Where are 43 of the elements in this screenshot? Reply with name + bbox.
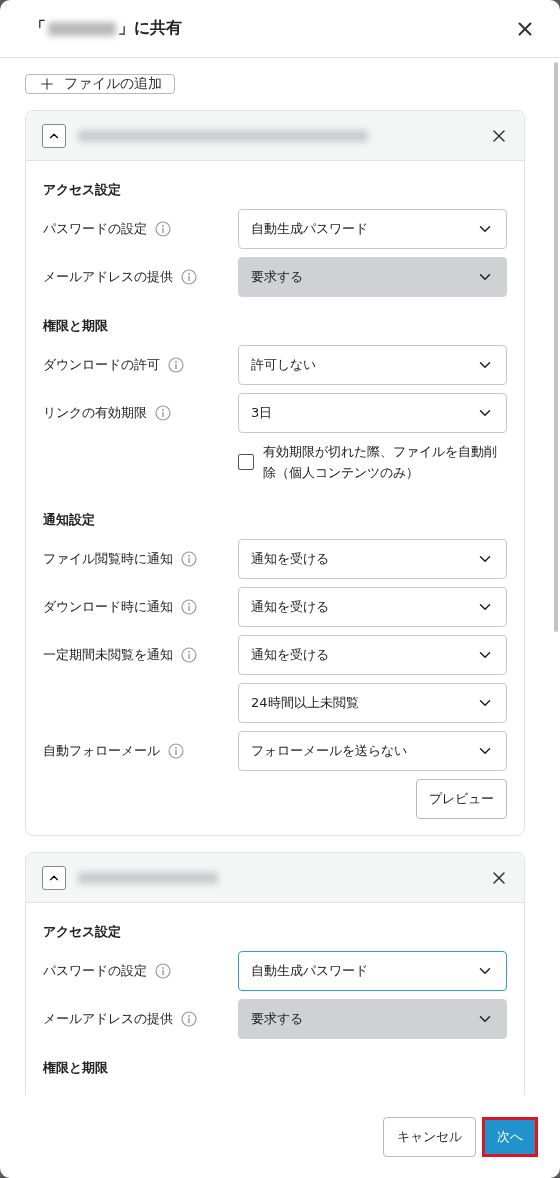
- field-label: パスワードの設定: [43, 962, 147, 980]
- field-label: メールアドレスの提供: [43, 268, 173, 286]
- dropdown-select[interactable]: 自動生成パスワード: [238, 951, 507, 991]
- section-title: アクセス設定: [43, 181, 122, 199]
- dropdown-select[interactable]: 通知を受ける: [238, 539, 507, 579]
- dropdown-select[interactable]: 24時間以上未閲覧: [238, 683, 507, 723]
- field-label: ファイル閲覧時に通知: [43, 550, 173, 568]
- dropdown-select[interactable]: 許可しない: [238, 345, 507, 385]
- dropdown-select[interactable]: 通知を受ける: [238, 587, 507, 627]
- field-label: 自動フォローメール: [43, 742, 160, 760]
- info-icon[interactable]: [155, 405, 171, 421]
- info-icon[interactable]: [155, 963, 171, 979]
- info-icon[interactable]: [181, 647, 197, 663]
- preview-button[interactable]: プレビュー: [416, 779, 507, 819]
- section-title: 権限と期限: [43, 1059, 109, 1077]
- dropdown-select[interactable]: 自動生成パスワード: [238, 209, 507, 249]
- section-title: 権限と期限: [43, 317, 109, 335]
- field-label: メールアドレスの提供: [43, 1010, 173, 1028]
- field-label: ダウンロード時に通知: [43, 598, 173, 616]
- info-icon[interactable]: [168, 743, 184, 759]
- checkbox-label: 有効期限が切れた際、ファイルを自動削除（個人コンテンツのみ）: [263, 443, 498, 482]
- dropdown-select[interactable]: 通知を受ける: [238, 635, 507, 675]
- field-label: ダウンロードの許可: [43, 356, 160, 374]
- collapse-button[interactable]: [42, 865, 66, 890]
- section-title: アクセス設定: [43, 923, 122, 941]
- field-label: リンクの有効期限: [43, 404, 147, 422]
- info-icon[interactable]: [155, 221, 171, 237]
- plus-icon: [38, 75, 56, 93]
- add-file-button[interactable]: ファイルの追加: [25, 74, 175, 94]
- info-icon[interactable]: [168, 357, 184, 373]
- cancel-button[interactable]: キャンセル: [383, 1116, 476, 1157]
- dropdown-select[interactable]: 3日: [238, 393, 507, 433]
- collapse-button[interactable]: [42, 123, 66, 148]
- field-label: パスワードの設定: [43, 220, 147, 238]
- checkbox[interactable]: [238, 454, 254, 470]
- scrollbar[interactable]: [554, 62, 558, 632]
- info-icon[interactable]: [181, 599, 197, 615]
- dropdown-select[interactable]: フォローメールを送らない: [238, 731, 507, 771]
- field-label: 一定期間未閲覧を通知: [43, 646, 173, 664]
- dialog-title: 「: [30, 18, 46, 39]
- section-title: 通知設定: [43, 511, 96, 529]
- info-icon[interactable]: [181, 551, 197, 567]
- dialog-title: 」に共有: [118, 18, 182, 39]
